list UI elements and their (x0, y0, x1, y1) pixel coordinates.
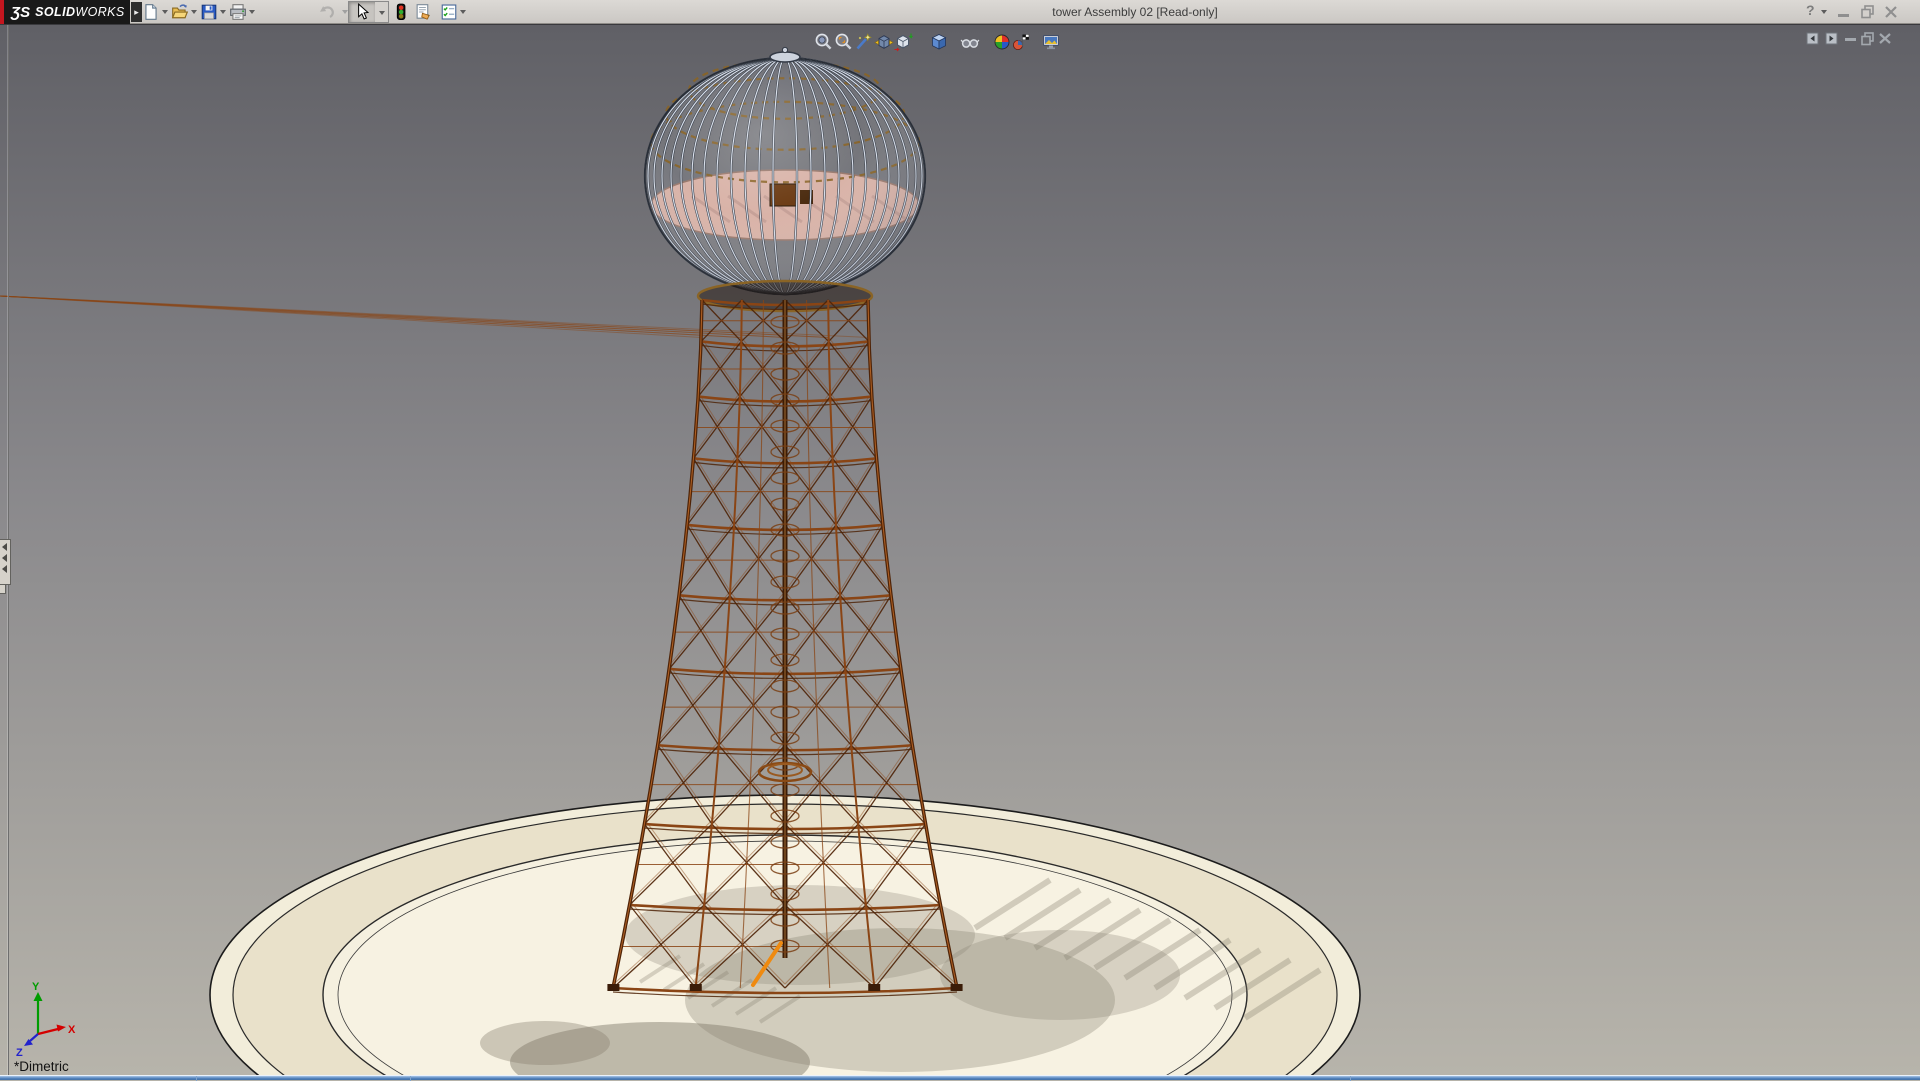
traffic-light-icon (392, 3, 410, 21)
view-settings-button[interactable] (1041, 32, 1061, 52)
view-orientation-label: *Dimetric (14, 1059, 69, 1074)
undo-button[interactable] (318, 3, 336, 21)
undo-icon (318, 3, 336, 21)
collapse-arrow-icon (2, 565, 7, 573)
zoom-to-fit-icon (814, 32, 834, 52)
print-icon (229, 3, 247, 21)
hide-show-items-button[interactable] (960, 32, 980, 52)
window-title: tower Assembly 02 [Read-only] (1052, 5, 1217, 19)
svg-text:X: X (68, 1024, 76, 1036)
zoom-to-fit-button[interactable] (814, 32, 834, 52)
save-button[interactable] (200, 3, 218, 21)
new-dropdown[interactable] (162, 10, 168, 14)
print-button[interactable] (229, 3, 247, 21)
viewport-close-icon (1878, 32, 1892, 46)
statusbar-divider (196, 1076, 197, 1081)
select-cursor-icon (353, 3, 371, 21)
splitter-notch (0, 585, 6, 594)
file-properties-icon (414, 3, 432, 21)
solidworks-logo-light: WORKS (75, 5, 124, 19)
options-dropdown[interactable] (460, 10, 466, 14)
apply-scene-icon (1011, 32, 1031, 52)
previous-view-icon (854, 32, 874, 52)
view-orientation-icon (893, 32, 913, 52)
viewport-minimize-icon (1845, 38, 1857, 42)
panel-left-toggle[interactable] (1806, 32, 1819, 45)
viewport-restore-button[interactable] (1861, 32, 1874, 45)
statusbar-divider (1350, 1076, 1351, 1081)
panel-right-icon (1825, 32, 1838, 45)
zoom-to-area-button[interactable] (834, 32, 854, 52)
restore-button[interactable] (1861, 5, 1875, 19)
save-dropdown[interactable] (220, 10, 226, 14)
panel-right-toggle[interactable] (1825, 32, 1838, 45)
print-dropdown[interactable] (249, 10, 255, 14)
file-properties-button[interactable] (414, 3, 432, 21)
solidworks-logo-bold: SOLID (35, 5, 75, 19)
zoom-to-area-icon (834, 32, 854, 52)
help-button[interactable]: ? (1806, 2, 1815, 18)
select-tool-button[interactable] (348, 1, 376, 23)
open-folder-icon (171, 3, 189, 21)
previous-view-button[interactable] (854, 32, 874, 52)
rebuild-button[interactable] (392, 3, 410, 21)
restore-icon (1861, 5, 1875, 19)
graphics-viewport[interactable]: Y X Z (0, 25, 1920, 1075)
close-button[interactable] (1884, 5, 1898, 19)
view-settings-icon (1041, 32, 1061, 52)
section-view-button[interactable] (874, 32, 894, 52)
menu-expand-button[interactable]: ▸ (131, 2, 142, 22)
panel-left-icon (1806, 32, 1819, 45)
svg-text:Z: Z (16, 1047, 23, 1059)
options-button[interactable] (440, 3, 458, 21)
status-bar (0, 1075, 1920, 1080)
open-button[interactable] (171, 3, 189, 21)
viewport-close-button[interactable] (1878, 32, 1891, 45)
toolbar-viewport-divider (0, 24, 1920, 25)
featuremanager-collapse-handle[interactable] (0, 539, 11, 585)
solidworks-logo-mark: ƷS (11, 4, 30, 21)
collapse-arrow-icon (2, 543, 7, 551)
display-style-icon (929, 32, 949, 52)
viewport-restore-icon (1861, 32, 1875, 46)
open-dropdown[interactable] (191, 10, 197, 14)
collapse-arrow-icon (2, 554, 7, 562)
viewport-minimize-button[interactable] (1845, 38, 1858, 51)
help-dropdown[interactable] (1821, 10, 1827, 14)
svg-text:Y: Y (32, 981, 40, 993)
save-floppy-icon (200, 3, 218, 21)
minimize-icon (1838, 14, 1850, 18)
display-style-button[interactable] (929, 32, 949, 52)
apply-scene-button[interactable] (1011, 32, 1031, 52)
appearance-ball-icon (992, 32, 1012, 52)
edit-appearance-button[interactable] (992, 32, 1012, 52)
new-document-button[interactable] (142, 3, 160, 21)
view-orientation-button[interactable] (893, 32, 913, 52)
section-view-icon (874, 32, 894, 52)
solidworks-logo: ƷS SOLIDWORKS (4, 0, 130, 24)
title-bar: ƷS SOLIDWORKS ▸ (0, 0, 1920, 24)
select-tool-dropdown[interactable] (375, 1, 389, 23)
eyeglasses-icon (960, 32, 980, 52)
close-icon (1884, 5, 1898, 19)
options-icon (440, 3, 458, 21)
minimize-button[interactable] (1838, 14, 1850, 18)
3d-model-tower-assembly[interactable]: Y X Z (0, 25, 1920, 1075)
statusbar-divider (410, 1076, 411, 1081)
new-document-icon (142, 3, 160, 21)
